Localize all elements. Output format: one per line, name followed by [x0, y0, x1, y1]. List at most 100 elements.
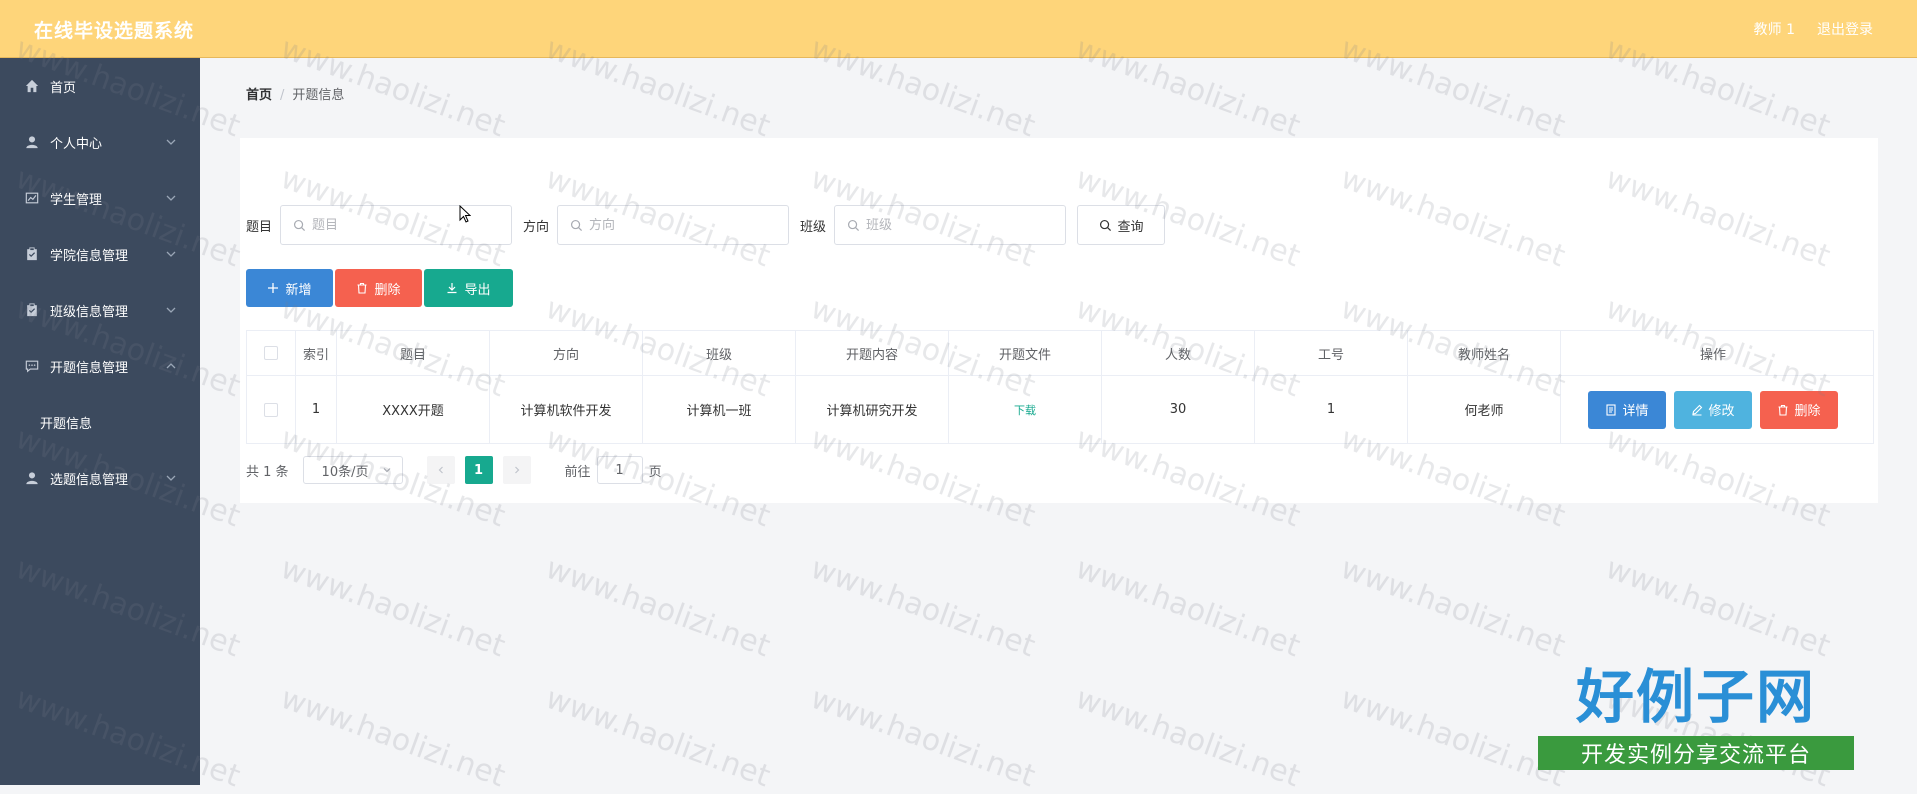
sidebar-item-topic-selection[interactable]: 选题信息管理 [0, 450, 200, 506]
chart-icon [24, 190, 40, 206]
chevron-down-icon [383, 468, 390, 473]
mouse-cursor-icon [459, 205, 471, 223]
brand-slogan: 开发实例分享交流平台 [1538, 736, 1854, 770]
class-search-field[interactable] [834, 205, 1067, 245]
query-button[interactable]: 查询 [1077, 205, 1166, 245]
select-all-checkbox[interactable] [264, 346, 278, 360]
plus-icon [268, 283, 279, 293]
class-label: 班级 [800, 219, 827, 235]
title-search-field[interactable] [280, 205, 513, 245]
title-label: 题目 [246, 219, 273, 235]
chevron-down-icon [166, 195, 176, 201]
search-form: 题目 方向 班级 查询 [246, 205, 1166, 245]
add-button-label: 新增 [285, 282, 312, 298]
goto-page-input[interactable]: 1 [596, 456, 643, 484]
brand-name: 好例子网 [1575, 663, 1816, 731]
add-button[interactable]: 新增 [246, 269, 333, 307]
column-header: 工号 [1255, 331, 1408, 375]
detail-button[interactable]: 详情 [1588, 390, 1666, 429]
delete-button[interactable]: 删除 [335, 269, 422, 307]
chevron-left-icon [438, 466, 443, 474]
chevron-down-icon [166, 475, 176, 481]
query-button-label: 查询 [1117, 219, 1144, 235]
sidebar-item-label: 首页 [50, 80, 77, 96]
page-number-current[interactable]: 1 [464, 456, 493, 484]
page-unit-label: 页 [648, 464, 662, 480]
chevron-down-icon [166, 251, 176, 257]
column-header: 方向 [490, 331, 643, 375]
edit-button-label: 修改 [1708, 404, 1735, 419]
sidebar-item-students[interactable]: 学生管理 [0, 170, 200, 226]
download-link[interactable]: 下载 [1014, 402, 1036, 418]
trash-icon [357, 282, 367, 294]
page-size-select[interactable]: 10条/页 [302, 456, 403, 484]
search-icon [571, 219, 583, 231]
search-icon [1099, 219, 1111, 231]
table-header-row: 索引 题目 方向 班级 开题内容 开题文件 人数 工号 教师姓名 操作 [247, 331, 1873, 376]
sidebar-item-label: 开题信息管理 [50, 360, 129, 376]
column-header: 开题文件 [949, 331, 1102, 375]
pagination: 共 1 条 10条/页 1 前往 1 页 [246, 456, 662, 484]
cell-job-no: 1 [1255, 376, 1408, 443]
top-bar: 在线毕设选题系统 教师 1 退出登录 [0, 0, 1917, 58]
logout-link[interactable]: 退出登录 [1817, 19, 1873, 39]
sidebar-item-label: 学生管理 [50, 192, 103, 208]
column-header: 题目 [337, 331, 490, 375]
clipboard-icon [24, 302, 40, 318]
content-panel: 题目 方向 班级 查询 新增 [240, 138, 1878, 503]
column-header: 索引 [296, 331, 337, 375]
search-icon [293, 219, 306, 231]
select-all-cell [247, 331, 296, 375]
prev-page-button[interactable] [426, 456, 455, 484]
sidebar-item-label: 班级信息管理 [50, 304, 129, 320]
sidebar: 首页 个人中心 学生管理 学院信息管理 班级信息管理 开题信息管理 开题信息 选… [0, 58, 200, 785]
cell-count: 30 [1102, 376, 1255, 443]
direction-search-field[interactable] [557, 205, 790, 245]
sidebar-item-label: 学院信息管理 [50, 248, 129, 264]
chevron-up-icon [166, 363, 176, 369]
cell-content: 计算机研究开发 [796, 376, 949, 443]
cell-actions: 详情 修改 删除 [1561, 376, 1865, 443]
trash-icon [1778, 404, 1788, 416]
sidebar-item-label: 个人中心 [50, 136, 103, 152]
table-row: 1 XXXX开题 计算机软件开发 计算机一班 计算机研究开发 下载 30 1 何… [247, 376, 1873, 443]
user-icon [24, 470, 40, 486]
breadcrumb-separator: / [280, 88, 285, 103]
brand-logo: 好例子网 开发实例分享交流平台 [1538, 650, 1854, 774]
direction-label: 方向 [523, 219, 550, 235]
sidebar-item-proposal[interactable]: 开题信息管理 [0, 338, 200, 394]
app-title: 在线毕设选题系统 [34, 20, 195, 42]
clipboard-icon [24, 246, 40, 262]
cell-direction: 计算机软件开发 [490, 376, 643, 443]
user-icon [24, 134, 40, 150]
chat-icon [24, 358, 40, 374]
chevron-down-icon [166, 139, 176, 145]
edit-button[interactable]: 修改 [1674, 390, 1752, 429]
sidebar-item-label: 选题信息管理 [50, 472, 129, 488]
chevron-down-icon [166, 307, 176, 313]
sidebar-item-class[interactable]: 班级信息管理 [0, 282, 200, 338]
row-checkbox[interactable] [264, 402, 278, 417]
column-header: 人数 [1102, 331, 1255, 375]
proposal-table: 索引 题目 方向 班级 开题内容 开题文件 人数 工号 教师姓名 操作 1 XX… [246, 330, 1874, 444]
home-icon [24, 78, 40, 94]
total-count: 共 1 条 [246, 464, 289, 480]
chevron-right-icon [514, 466, 519, 474]
cell-teacher: 何老师 [1408, 376, 1561, 443]
pencil-icon [1692, 404, 1703, 416]
title-search-input[interactable] [312, 217, 503, 233]
delete-button-label: 删除 [374, 282, 401, 298]
sidebar-item-college[interactable]: 学院信息管理 [0, 226, 200, 282]
column-header: 开题内容 [796, 331, 949, 375]
sidebar-item-profile[interactable]: 个人中心 [0, 114, 200, 170]
remove-button[interactable]: 删除 [1760, 390, 1838, 429]
breadcrumb-home[interactable]: 首页 [246, 88, 272, 103]
page-size-value: 10条/页 [321, 464, 369, 480]
sidebar-item-home[interactable]: 首页 [0, 58, 200, 114]
column-header: 班级 [643, 331, 796, 375]
export-button[interactable]: 导出 [424, 269, 513, 307]
direction-search-input[interactable] [589, 217, 780, 233]
next-page-button[interactable] [502, 456, 531, 484]
class-search-input[interactable] [866, 217, 1057, 233]
sidebar-subitem-proposal-info[interactable]: 开题信息 [0, 394, 200, 450]
